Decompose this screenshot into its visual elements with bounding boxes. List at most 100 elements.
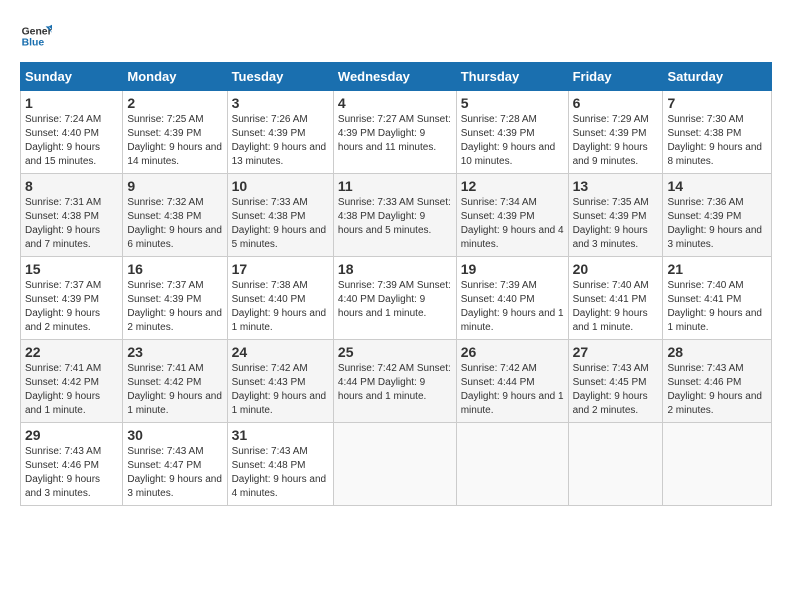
- day-info: Sunrise: 7:43 AM Sunset: 4:47 PM Dayligh…: [127, 445, 222, 501]
- day-number: 13: [573, 178, 659, 194]
- table-cell: 6Sunrise: 7:29 AM Sunset: 4:39 PM Daylig…: [568, 91, 663, 174]
- table-cell: 1Sunrise: 7:24 AM Sunset: 4:40 PM Daylig…: [21, 91, 123, 174]
- table-cell: 20 Sunrise: 7:40 AM Sunset: 4:41 PM Dayli…: [568, 257, 663, 340]
- table-row: 8 Sunrise: 7:31 AM Sunset: 4:38 PM Daylig…: [21, 174, 772, 257]
- day-info: Sunrise: 7:35 AM Sunset: 4:39 PM Dayligh…: [573, 196, 659, 252]
- day-number: 12: [461, 178, 564, 194]
- table-cell: 15 Sunrise: 7:37 AM Sunset: 4:39 PM Dayli…: [21, 257, 123, 340]
- col-saturday: Saturday: [663, 63, 772, 91]
- table-cell: 17 Sunrise: 7:38 AM Sunset: 4:40 PM Dayli…: [227, 257, 333, 340]
- day-number: 9: [127, 178, 222, 194]
- day-info: Sunrise: 7:42 AM Sunset: 4:44 PM Dayligh…: [338, 362, 452, 404]
- table-cell: 13 Sunrise: 7:35 AM Sunset: 4:39 PM Dayli…: [568, 174, 663, 257]
- table-row: 29 Sunrise: 7:43 AM Sunset: 4:46 PM Dayli…: [21, 423, 772, 506]
- day-number: 24: [232, 344, 329, 360]
- day-number: 29: [25, 427, 118, 443]
- table-row: 1Sunrise: 7:24 AM Sunset: 4:40 PM Daylig…: [21, 91, 772, 174]
- day-info: Sunrise: 7:33 AM Sunset: 4:38 PM Dayligh…: [338, 196, 452, 238]
- table-cell: 5 Sunrise: 7:28 AM Sunset: 4:39 PM Daylig…: [456, 91, 568, 174]
- day-info: Sunrise: 7:36 AM Sunset: 4:39 PM Dayligh…: [667, 196, 767, 252]
- day-info: Sunrise: 7:39 AM Sunset: 4:40 PM Dayligh…: [338, 279, 452, 321]
- day-number: 27: [573, 344, 659, 360]
- day-info: Sunrise: 7:26 AM Sunset: 4:39 PM Dayligh…: [232, 113, 329, 169]
- day-number: 2: [127, 95, 222, 111]
- day-number: 11: [338, 178, 452, 194]
- day-info: Sunrise: 7:32 AM Sunset: 4:38 PM Dayligh…: [127, 196, 222, 252]
- day-info: Sunrise: 7:24 AM Sunset: 4:40 PM Dayligh…: [25, 113, 118, 169]
- day-info: Sunrise: 7:43 AM Sunset: 4:45 PM Dayligh…: [573, 362, 659, 418]
- day-number: 23: [127, 344, 222, 360]
- day-info: Sunrise: 7:42 AM Sunset: 4:44 PM Dayligh…: [461, 362, 564, 418]
- table-cell: 7Sunrise: 7:30 AM Sunset: 4:38 PM Daylig…: [663, 91, 772, 174]
- day-info: Sunrise: 7:29 AM Sunset: 4:39 PM Dayligh…: [573, 113, 659, 169]
- day-info: Sunrise: 7:31 AM Sunset: 4:38 PM Dayligh…: [25, 196, 118, 252]
- day-info: Sunrise: 7:38 AM Sunset: 4:40 PM Dayligh…: [232, 279, 329, 335]
- day-number: 4: [338, 95, 452, 111]
- day-info: Sunrise: 7:43 AM Sunset: 4:46 PM Dayligh…: [667, 362, 767, 418]
- table-cell: 23Sunrise: 7:41 AM Sunset: 4:42 PM Dayli…: [123, 340, 227, 423]
- day-number: 3: [232, 95, 329, 111]
- day-info: Sunrise: 7:41 AM Sunset: 4:42 PM Dayligh…: [25, 362, 118, 418]
- day-number: 20: [573, 261, 659, 277]
- table-cell: 8 Sunrise: 7:31 AM Sunset: 4:38 PM Daylig…: [21, 174, 123, 257]
- page-header: General Blue: [20, 20, 772, 52]
- table-cell: 12 Sunrise: 7:34 AM Sunset: 4:39 PM Dayli…: [456, 174, 568, 257]
- table-cell: 30 Sunrise: 7:43 AM Sunset: 4:47 PM Dayli…: [123, 423, 227, 506]
- day-info: Sunrise: 7:40 AM Sunset: 4:41 PM Dayligh…: [573, 279, 659, 335]
- table-cell: 2Sunrise: 7:25 AM Sunset: 4:39 PM Daylig…: [123, 91, 227, 174]
- day-number: 5: [461, 95, 564, 111]
- day-number: 10: [232, 178, 329, 194]
- table-cell: [456, 423, 568, 506]
- day-number: 31: [232, 427, 329, 443]
- col-tuesday: Tuesday: [227, 63, 333, 91]
- day-number: 18: [338, 261, 452, 277]
- day-number: 17: [232, 261, 329, 277]
- table-cell: [333, 423, 456, 506]
- table-cell: 24 Sunrise: 7:42 AM Sunset: 4:43 PM Dayli…: [227, 340, 333, 423]
- day-info: Sunrise: 7:37 AM Sunset: 4:39 PM Dayligh…: [25, 279, 118, 335]
- table-cell: 4 Sunrise: 7:27 AM Sunset: 4:39 PM Daylig…: [333, 91, 456, 174]
- table-cell: 11 Sunrise: 7:33 AM Sunset: 4:38 PM Dayli…: [333, 174, 456, 257]
- day-info: Sunrise: 7:43 AM Sunset: 4:46 PM Dayligh…: [25, 445, 118, 501]
- table-cell: 16Sunrise: 7:37 AM Sunset: 4:39 PM Dayli…: [123, 257, 227, 340]
- table-cell: 10 Sunrise: 7:33 AM Sunset: 4:38 PM Dayli…: [227, 174, 333, 257]
- table-cell: 26 Sunrise: 7:42 AM Sunset: 4:44 PM Dayli…: [456, 340, 568, 423]
- table-cell: 9 Sunrise: 7:32 AM Sunset: 4:38 PM Daylig…: [123, 174, 227, 257]
- day-number: 8: [25, 178, 118, 194]
- col-wednesday: Wednesday: [333, 63, 456, 91]
- table-cell: 25 Sunrise: 7:42 AM Sunset: 4:44 PM Dayli…: [333, 340, 456, 423]
- day-number: 30: [127, 427, 222, 443]
- day-info: Sunrise: 7:42 AM Sunset: 4:43 PM Dayligh…: [232, 362, 329, 418]
- day-number: 16: [127, 261, 222, 277]
- col-sunday: Sunday: [21, 63, 123, 91]
- day-number: 28: [667, 344, 767, 360]
- day-number: 7: [667, 95, 767, 111]
- table-row: 15 Sunrise: 7:37 AM Sunset: 4:39 PM Dayli…: [21, 257, 772, 340]
- day-number: 26: [461, 344, 564, 360]
- table-cell: 28 Sunrise: 7:43 AM Sunset: 4:46 PM Dayli…: [663, 340, 772, 423]
- table-cell: [568, 423, 663, 506]
- table-cell: 14 Sunrise: 7:36 AM Sunset: 4:39 PM Dayli…: [663, 174, 772, 257]
- day-info: Sunrise: 7:28 AM Sunset: 4:39 PM Dayligh…: [461, 113, 564, 169]
- svg-text:Blue: Blue: [22, 38, 45, 49]
- day-number: 21: [667, 261, 767, 277]
- day-number: 15: [25, 261, 118, 277]
- day-number: 14: [667, 178, 767, 194]
- calendar-table: Sunday Monday Tuesday Wednesday Thursday…: [20, 62, 772, 506]
- day-number: 25: [338, 344, 452, 360]
- table-cell: 29 Sunrise: 7:43 AM Sunset: 4:46 PM Dayli…: [21, 423, 123, 506]
- day-number: 22: [25, 344, 118, 360]
- day-info: Sunrise: 7:40 AM Sunset: 4:41 PM Dayligh…: [667, 279, 767, 335]
- day-info: Sunrise: 7:27 AM Sunset: 4:39 PM Dayligh…: [338, 113, 452, 155]
- day-number: 19: [461, 261, 564, 277]
- table-cell: [663, 423, 772, 506]
- col-monday: Monday: [123, 63, 227, 91]
- table-cell: 21 Sunrise: 7:40 AM Sunset: 4:41 PM Dayli…: [663, 257, 772, 340]
- col-thursday: Thursday: [456, 63, 568, 91]
- table-cell: 27 Sunrise: 7:43 AM Sunset: 4:45 PM Dayli…: [568, 340, 663, 423]
- day-info: Sunrise: 7:39 AM Sunset: 4:40 PM Dayligh…: [461, 279, 564, 335]
- table-cell: 22 Sunrise: 7:41 AM Sunset: 4:42 PM Dayli…: [21, 340, 123, 423]
- day-info: Sunrise: 7:34 AM Sunset: 4:39 PM Dayligh…: [461, 196, 564, 252]
- day-info: Sunrise: 7:33 AM Sunset: 4:38 PM Dayligh…: [232, 196, 329, 252]
- table-cell: 3 Sunrise: 7:26 AM Sunset: 4:39 PM Daylig…: [227, 91, 333, 174]
